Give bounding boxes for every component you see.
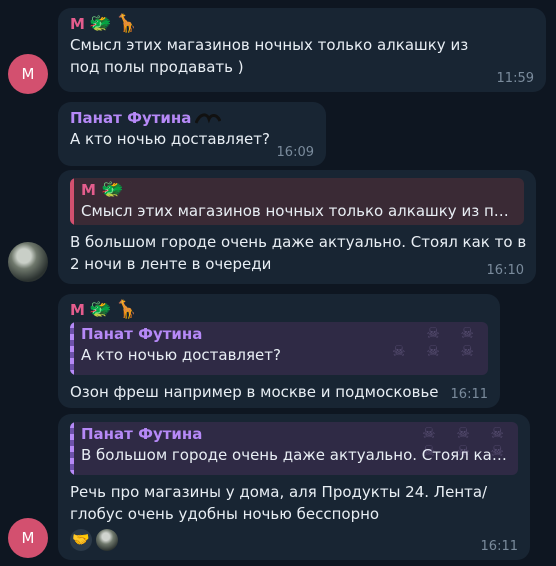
- dragon-emoji-icon: 🐲: [88, 299, 112, 320]
- message-time: 16:10: [486, 263, 524, 278]
- reply-bar: [70, 322, 74, 375]
- skull-pattern-icon: ☠ ☠ ☠ ☠ ☠: [392, 324, 482, 360]
- reactions[interactable]: 🤝: [70, 529, 518, 551]
- message-text: Смысл этих магазинов ночных только алкаш…: [70, 36, 469, 76]
- handshake-reaction-icon[interactable]: 🤝: [70, 529, 92, 551]
- avatar[interactable]: [8, 242, 48, 282]
- dragon-emoji-icon: 🐲: [88, 13, 112, 34]
- message-text: В большом городе очень даже актуально. С…: [70, 233, 527, 273]
- reply-bar: [70, 178, 74, 225]
- message-time: 16:11: [450, 387, 488, 402]
- message-time: 16:09: [276, 145, 314, 160]
- message-text: Озон фреш например в москве и подмосковь…: [70, 383, 439, 401]
- sender-name[interactable]: Панат Футина: [70, 108, 314, 128]
- sender-name[interactable]: М 🐲 🦒: [70, 300, 488, 320]
- reply-quote[interactable]: ☠ ☠ ☠ ☠ ☠ Панат Футина А кто ночью достав…: [70, 322, 488, 375]
- avatar[interactable]: М: [8, 518, 48, 558]
- message-bubble[interactable]: Панат Футина А кто ночью доставляет? 16:…: [58, 102, 326, 166]
- reply-quote[interactable]: ☠ ☠ ☠ ☠ ☠ ☠ Панат Футина В большом городе…: [70, 422, 518, 475]
- giraffe-emoji-icon: 🦒: [115, 299, 138, 320]
- sender-name[interactable]: М 🐲 🦒: [70, 14, 534, 34]
- reply-bar: [70, 422, 74, 475]
- message-time: 11:59: [496, 71, 534, 86]
- message-bubble[interactable]: ☠ ☠ ☠ ☠ ☠ ☠ Панат Футина В большом городе…: [58, 414, 530, 560]
- message-bubble[interactable]: М 🐲 🦒 Смысл этих магазинов ночных только…: [58, 8, 546, 92]
- mustache-emoji-icon: [195, 113, 222, 124]
- message-bubble[interactable]: М 🐲 🦒 ☠ ☠ ☠ ☠ ☠ Панат Футина А кто ночью …: [58, 294, 500, 408]
- message-bubble[interactable]: М 🐲 Смысл этих магазинов ночных только а…: [58, 170, 536, 284]
- skull-pattern-icon: ☠ ☠ ☠ ☠ ☠ ☠: [422, 424, 512, 460]
- dragon-emoji-icon: 🐲: [101, 179, 124, 200]
- reply-quote[interactable]: М 🐲 Смысл этих магазинов ночных только а…: [70, 178, 524, 225]
- reactor-avatar: [96, 529, 118, 551]
- message-time: 16:11: [480, 539, 518, 554]
- reply-text: Смысл этих магазинов ночных только алкаш…: [81, 202, 516, 220]
- giraffe-emoji-icon: 🦒: [115, 13, 138, 34]
- message-text: Речь про магазины у дома, аля Продукты 2…: [70, 483, 488, 523]
- reply-sender: М 🐲: [81, 179, 124, 200]
- avatar[interactable]: М: [8, 54, 48, 94]
